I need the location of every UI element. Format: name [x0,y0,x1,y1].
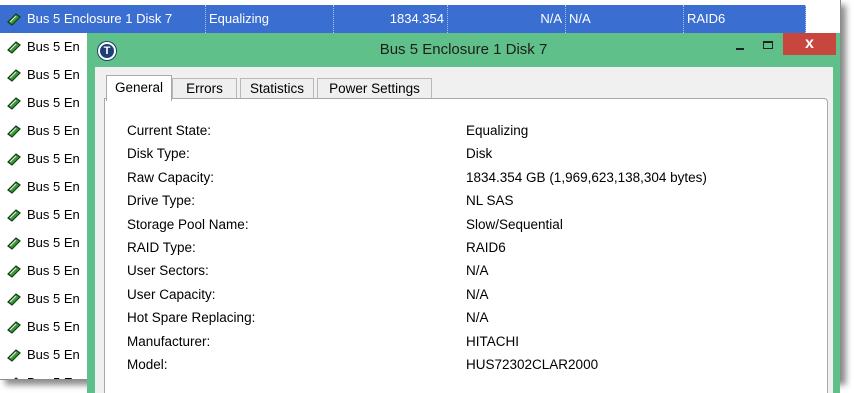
maximize-button[interactable] [755,35,781,55]
disk-drive-icon [7,209,21,222]
property-label: User Sectors: [127,263,209,279]
row-name: Bus 5 En [27,207,80,222]
property-label: Current State: [127,123,212,138]
cell-name: Bus 5 Enclosure 1 Disk 7 [24,5,206,33]
row-name: Bus 5 En [27,369,80,379]
minimize-button[interactable] [728,35,752,55]
row-name: Bus 5 En [27,347,80,362]
cell-capacity: 1834.354 [334,5,448,33]
table-row[interactable]: Bus 5 En [0,117,90,145]
close-icon: x [805,35,814,52]
disk-drive-icon [7,349,21,362]
table-row-selected[interactable]: Bus 5 Enclosure 1 Disk 7 Equalizing 1834… [0,5,806,33]
table-row[interactable]: Bus 5 En [0,89,90,117]
disk-drive-icon [7,181,21,194]
disk-drive-icon [7,293,21,306]
row-name: Bus 5 En [27,123,80,138]
property-label: Raw Capacity: [127,169,215,185]
row-name: Bus 5 En [27,291,80,306]
cell-state: Equalizing [206,5,334,33]
table-row[interactable]: Bus 5 En [0,341,90,369]
property-value: Disk [466,146,493,162]
general-panel: Current State: Equalizing Disk Type: Disk Ra… [104,98,828,393]
row-name: Bus 5 En [27,151,80,166]
row-name: Bus 5 En [27,95,80,110]
maximize-icon [763,41,773,49]
row-name: Bus 5 En [27,319,80,334]
row-name: Bus 5 En [27,263,80,278]
property-value: NL SAS [466,193,514,209]
table-row[interactable]: Bus 5 En [0,229,90,257]
dialog-body: General Errors Statistics Power Settings… [95,67,833,393]
table-row[interactable]: Bus 5 En [0,61,90,89]
row-name: Bus 5 En [27,67,80,82]
disk-drive-icon [14,377,19,379]
property-label: Model: [127,357,168,372]
disk-drive-icon [7,125,21,138]
property-value: HITACHI [466,333,519,349]
table-row[interactable]: Bus 5 En [0,201,90,229]
property-value: Slow/Sequential [466,216,563,232]
close-button[interactable]: x [783,33,836,55]
property-value: N/A [466,310,489,326]
property-label: RAID Type: [127,240,196,255]
table-row[interactable]: Bus 5 En [0,257,90,285]
row-name: Bus 5 En [27,39,80,54]
property-value: HUS72302CLAR2000 [466,357,599,372]
table-row[interactable]: Bus 5 En [0,285,90,313]
property-label: Storage Pool Name: [127,216,249,232]
disk-drive-icon [7,321,21,334]
table-row[interactable]: Bus 5 En [0,145,90,173]
title-bar[interactable]: T Bus 5 Enclosure 1 Disk 7 x [87,33,840,67]
tab-errors[interactable]: Errors [172,78,237,100]
property-value: 1834.354 GB (1,969,623,138,304 bytes) [466,169,707,185]
disk-properties-dialog: T Bus 5 Enclosure 1 Disk 7 x General Err… [87,33,840,393]
property-value: RAID6 [466,240,506,255]
table-row[interactable]: Bus 5 En [0,313,90,341]
property-label: Disk Type: [127,146,190,162]
disk-drive-icon [7,153,21,166]
table-row[interactable]: Bus 5 En [0,173,90,201]
property-label: Manufacturer: [127,333,211,349]
disk-drive-icon [7,265,21,278]
minimize-icon [736,48,744,50]
disk-drive-icon [7,13,21,26]
cell-col5: N/A [566,5,684,33]
tab-power-settings[interactable]: Power Settings [317,78,432,100]
property-label: User Capacity: [127,286,216,302]
table-row[interactable]: Bus 5 En [0,33,90,61]
property-value: N/A [466,263,489,279]
row-name: Bus 5 En [27,235,80,250]
property-value: N/A [466,286,489,302]
property-value: Equalizing [466,123,529,138]
disk-drive-icon [7,237,21,250]
tab-general[interactable]: General [106,75,172,101]
table-row[interactable]: Bus 5 En [0,369,90,379]
disk-drive-icon [7,97,21,110]
row-name: Bus 5 En [27,179,80,194]
cell-col4: N/A [448,5,566,33]
disk-drive-icon [7,69,21,82]
cell-raid-type: RAID6 [684,5,806,33]
tab-statistics[interactable]: Statistics [240,78,314,100]
property-label: Hot Spare Replacing: [127,310,256,326]
disk-drive-icon [7,41,21,54]
property-label: Drive Type: [127,193,196,209]
